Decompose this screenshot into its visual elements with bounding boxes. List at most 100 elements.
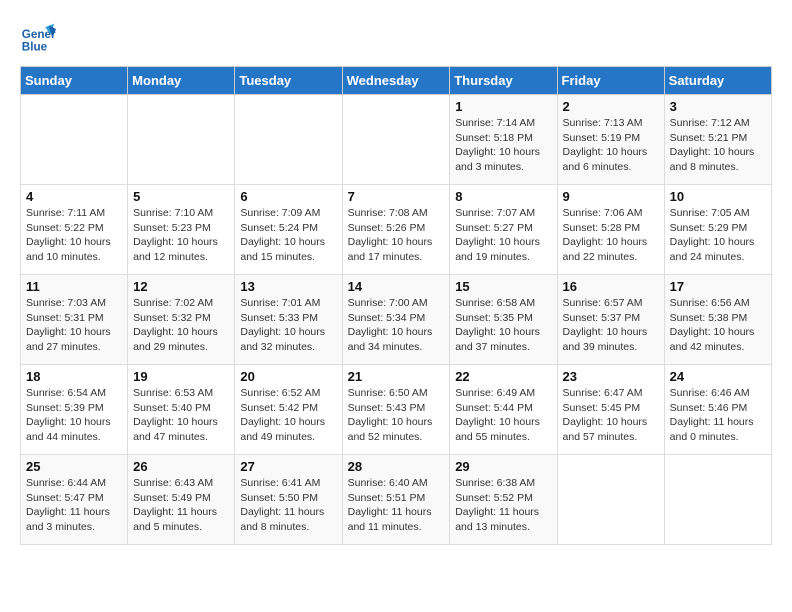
day-number: 22 bbox=[455, 369, 551, 384]
calendar-cell: 26 Sunrise: 6:43 AM Sunset: 5:49 PM Dayli… bbox=[128, 455, 235, 545]
day-info: Sunrise: 6:57 AM Sunset: 5:37 PM Dayligh… bbox=[563, 296, 659, 355]
day-number: 28 bbox=[348, 459, 445, 474]
calendar-table: SundayMondayTuesdayWednesdayThursdayFrid… bbox=[20, 66, 772, 545]
week-row-5: 25 Sunrise: 6:44 AM Sunset: 5:47 PM Dayli… bbox=[21, 455, 772, 545]
day-number: 18 bbox=[26, 369, 122, 384]
calendar-cell: 16Sunrise: 6:57 AM Sunset: 5:37 PM Dayli… bbox=[557, 275, 664, 365]
calendar-cell: 13 Sunrise: 7:01 AM Sunset: 5:33 PM Dayli… bbox=[235, 275, 342, 365]
day-number: 8 bbox=[455, 189, 551, 204]
day-info: Sunrise: 6:56 AM Sunset: 5:38 PM Dayligh… bbox=[670, 296, 766, 355]
calendar-cell: 19Sunrise: 6:53 AM Sunset: 5:40 PM Dayli… bbox=[128, 365, 235, 455]
day-number: 17 bbox=[670, 279, 766, 294]
day-number: 11 bbox=[26, 279, 122, 294]
day-info: Sunrise: 7:07 AM Sunset: 5:27 PM Dayligh… bbox=[455, 206, 551, 265]
calendar-cell: 28 Sunrise: 6:40 AM Sunset: 5:51 PM Dayli… bbox=[342, 455, 450, 545]
day-number: 20 bbox=[240, 369, 336, 384]
day-info: Sunrise: 7:00 AM Sunset: 5:34 PM Dayligh… bbox=[348, 296, 445, 355]
day-number: 6 bbox=[240, 189, 336, 204]
calendar-cell: 7 Sunrise: 7:08 AM Sunset: 5:26 PM Daylig… bbox=[342, 185, 450, 275]
day-info: Sunrise: 7:05 AM Sunset: 5:29 PM Dayligh… bbox=[670, 206, 766, 265]
day-number: 2 bbox=[563, 99, 659, 114]
day-number: 24 bbox=[670, 369, 766, 384]
day-number: 23 bbox=[563, 369, 659, 384]
day-info: Sunrise: 7:01 AM Sunset: 5:33 PM Dayligh… bbox=[240, 296, 336, 355]
svg-text:Blue: Blue bbox=[22, 41, 48, 54]
weekday-header-thursday: Thursday bbox=[450, 67, 557, 95]
header: General Blue bbox=[20, 20, 772, 56]
calendar-cell: 27 Sunrise: 6:41 AM Sunset: 5:50 PM Dayli… bbox=[235, 455, 342, 545]
week-row-4: 18 Sunrise: 6:54 AM Sunset: 5:39 PM Dayli… bbox=[21, 365, 772, 455]
weekday-header-saturday: Saturday bbox=[664, 67, 771, 95]
calendar-cell: 5 Sunrise: 7:10 AM Sunset: 5:23 PM Daylig… bbox=[128, 185, 235, 275]
calendar-cell: 11 Sunrise: 7:03 AM Sunset: 5:31 PM Dayli… bbox=[21, 275, 128, 365]
day-info: Sunrise: 7:13 AM Sunset: 5:19 PM Dayligh… bbox=[563, 116, 659, 175]
day-info: Sunrise: 6:58 AM Sunset: 5:35 PM Dayligh… bbox=[455, 296, 551, 355]
calendar-cell: 17 Sunrise: 6:56 AM Sunset: 5:38 PM Dayli… bbox=[664, 275, 771, 365]
calendar-cell: 20 Sunrise: 6:52 AM Sunset: 5:42 PM Dayli… bbox=[235, 365, 342, 455]
day-info: Sunrise: 6:40 AM Sunset: 5:51 PM Dayligh… bbox=[348, 476, 445, 535]
day-info: Sunrise: 7:10 AM Sunset: 5:23 PM Dayligh… bbox=[133, 206, 229, 265]
day-number: 14 bbox=[348, 279, 445, 294]
day-info: Sunrise: 7:14 AM Sunset: 5:18 PM Dayligh… bbox=[455, 116, 551, 175]
day-number: 5 bbox=[133, 189, 229, 204]
day-info: Sunrise: 7:08 AM Sunset: 5:26 PM Dayligh… bbox=[348, 206, 445, 265]
day-info: Sunrise: 7:06 AM Sunset: 5:28 PM Dayligh… bbox=[563, 206, 659, 265]
day-info: Sunrise: 6:47 AM Sunset: 5:45 PM Dayligh… bbox=[563, 386, 659, 445]
weekday-header-tuesday: Tuesday bbox=[235, 67, 342, 95]
calendar-cell: 4 Sunrise: 7:11 AM Sunset: 5:22 PM Daylig… bbox=[21, 185, 128, 275]
day-number: 19 bbox=[133, 369, 229, 384]
day-info: Sunrise: 6:54 AM Sunset: 5:39 PM Dayligh… bbox=[26, 386, 122, 445]
calendar-cell: 23 Sunrise: 6:47 AM Sunset: 5:45 PM Dayli… bbox=[557, 365, 664, 455]
day-number: 25 bbox=[26, 459, 122, 474]
day-number: 15 bbox=[455, 279, 551, 294]
day-number: 29 bbox=[455, 459, 551, 474]
calendar-cell: 21 Sunrise: 6:50 AM Sunset: 5:43 PM Dayli… bbox=[342, 365, 450, 455]
calendar-cell: 1 Sunrise: 7:14 AM Sunset: 5:18 PM Daylig… bbox=[450, 95, 557, 185]
weekday-header-monday: Monday bbox=[128, 67, 235, 95]
day-number: 10 bbox=[670, 189, 766, 204]
calendar-cell: 10 Sunrise: 7:05 AM Sunset: 5:29 PM Dayli… bbox=[664, 185, 771, 275]
weekday-header-sunday: Sunday bbox=[21, 67, 128, 95]
day-info: Sunrise: 6:50 AM Sunset: 5:43 PM Dayligh… bbox=[348, 386, 445, 445]
day-number: 1 bbox=[455, 99, 551, 114]
day-number: 9 bbox=[563, 189, 659, 204]
day-number: 7 bbox=[348, 189, 445, 204]
calendar-cell bbox=[128, 95, 235, 185]
calendar-cell bbox=[235, 95, 342, 185]
day-number: 3 bbox=[670, 99, 766, 114]
day-info: Sunrise: 6:43 AM Sunset: 5:49 PM Dayligh… bbox=[133, 476, 229, 535]
calendar-cell: 25 Sunrise: 6:44 AM Sunset: 5:47 PM Dayli… bbox=[21, 455, 128, 545]
logo-icon: General Blue bbox=[20, 20, 56, 56]
calendar-cell: 8 Sunrise: 7:07 AM Sunset: 5:27 PM Daylig… bbox=[450, 185, 557, 275]
calendar-cell: 15 Sunrise: 6:58 AM Sunset: 5:35 PM Dayli… bbox=[450, 275, 557, 365]
calendar-cell: 29Sunrise: 6:38 AM Sunset: 5:52 PM Dayli… bbox=[450, 455, 557, 545]
day-info: Sunrise: 6:52 AM Sunset: 5:42 PM Dayligh… bbox=[240, 386, 336, 445]
logo: General Blue bbox=[20, 20, 60, 56]
day-number: 13 bbox=[240, 279, 336, 294]
calendar-cell: 9 Sunrise: 7:06 AM Sunset: 5:28 PM Daylig… bbox=[557, 185, 664, 275]
calendar-cell: 18 Sunrise: 6:54 AM Sunset: 5:39 PM Dayli… bbox=[21, 365, 128, 455]
calendar-cell bbox=[21, 95, 128, 185]
day-number: 12 bbox=[133, 279, 229, 294]
week-row-2: 4 Sunrise: 7:11 AM Sunset: 5:22 PM Daylig… bbox=[21, 185, 772, 275]
calendar-cell: 22Sunrise: 6:49 AM Sunset: 5:44 PM Dayli… bbox=[450, 365, 557, 455]
day-number: 4 bbox=[26, 189, 122, 204]
day-info: Sunrise: 6:44 AM Sunset: 5:47 PM Dayligh… bbox=[26, 476, 122, 535]
day-info: Sunrise: 7:11 AM Sunset: 5:22 PM Dayligh… bbox=[26, 206, 122, 265]
calendar-cell bbox=[342, 95, 450, 185]
day-info: Sunrise: 7:03 AM Sunset: 5:31 PM Dayligh… bbox=[26, 296, 122, 355]
calendar-cell bbox=[557, 455, 664, 545]
calendar-cell: 6Sunrise: 7:09 AM Sunset: 5:24 PM Daylig… bbox=[235, 185, 342, 275]
day-number: 21 bbox=[348, 369, 445, 384]
day-info: Sunrise: 6:41 AM Sunset: 5:50 PM Dayligh… bbox=[240, 476, 336, 535]
calendar-cell: 14 Sunrise: 7:00 AM Sunset: 5:34 PM Dayli… bbox=[342, 275, 450, 365]
calendar-cell: 2 Sunrise: 7:13 AM Sunset: 5:19 PM Daylig… bbox=[557, 95, 664, 185]
calendar-cell: 24 Sunrise: 6:46 AM Sunset: 5:46 PM Dayli… bbox=[664, 365, 771, 455]
calendar-cell bbox=[664, 455, 771, 545]
day-number: 27 bbox=[240, 459, 336, 474]
day-info: Sunrise: 6:46 AM Sunset: 5:46 PM Dayligh… bbox=[670, 386, 766, 445]
day-info: Sunrise: 7:02 AM Sunset: 5:32 PM Dayligh… bbox=[133, 296, 229, 355]
day-info: Sunrise: 7:12 AM Sunset: 5:21 PM Dayligh… bbox=[670, 116, 766, 175]
day-number: 26 bbox=[133, 459, 229, 474]
weekday-header-friday: Friday bbox=[557, 67, 664, 95]
